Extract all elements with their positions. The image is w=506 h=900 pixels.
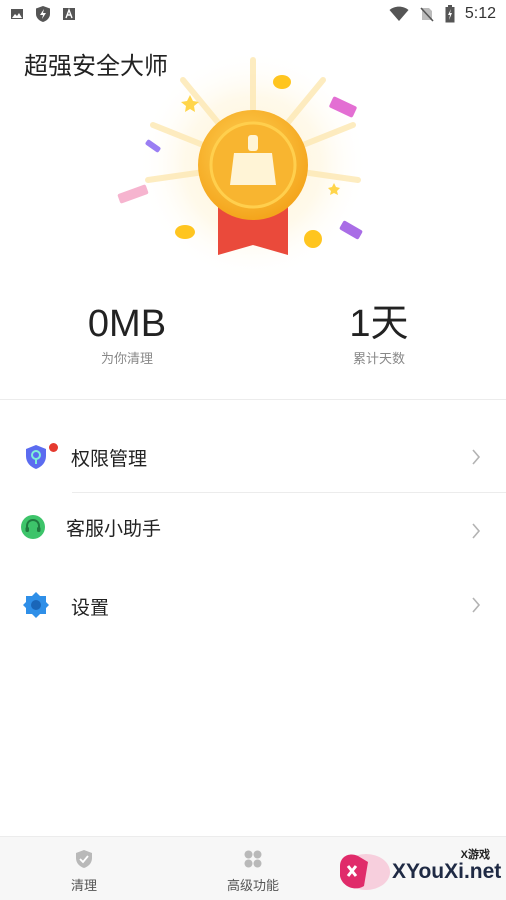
menu-item-customer-service[interactable]: 客服小助手 [0, 497, 506, 557]
tab-clean-label: 清理 [70, 878, 97, 893]
coin-icon [273, 75, 291, 89]
stat-cleaned: 0MB 为你清理 [47, 302, 207, 367]
menu-item-permissions[interactable]: 权限管理 [0, 427, 506, 487]
watermark-text: XYouXi.net [392, 860, 502, 883]
chevron-right-icon [472, 449, 481, 465]
medal-illustration [117, 55, 368, 280]
stat-days: 1天 累计天数 [299, 302, 459, 367]
watermark-logo-icon [340, 854, 390, 890]
no-sim-icon [420, 7, 434, 22]
tab-advanced-label: 高级功能 [226, 878, 279, 893]
shield-notification-icon [36, 6, 50, 22]
stat-cleaned-value: 0MB [87, 303, 167, 345]
status-right-icons: 5:12 [389, 5, 496, 23]
grid-icon [244, 850, 262, 868]
menu-label-customer-service: 客服小助手 [66, 519, 162, 540]
menu-label-permissions: 权限管理 [71, 449, 148, 470]
shield-check-icon [76, 850, 92, 868]
tab-clean[interactable]: 清理 [24, 837, 144, 900]
coin-icon [304, 230, 322, 248]
menu-label-settings: 设置 [71, 598, 110, 619]
stat-cleaned-label: 为你清理 [100, 351, 153, 366]
chevron-right-icon [472, 523, 481, 539]
status-bar: 5:12 [0, 0, 506, 28]
battery-icon [445, 5, 455, 23]
wifi-icon [389, 6, 409, 21]
stat-days-value: 1天 [349, 303, 409, 345]
tab-advanced[interactable]: 高级功能 [193, 837, 313, 900]
headset-icon [21, 515, 45, 539]
menu-item-settings[interactable]: 设置 [0, 575, 506, 635]
status-time: 5:12 [464, 5, 496, 22]
section-divider [0, 399, 506, 400]
stat-days-label: 累计天数 [352, 351, 405, 366]
shield-key-icon [26, 445, 46, 469]
gear-icon [23, 592, 49, 618]
status-left-icons [10, 5, 76, 23]
stats-panel: 0MB 为你清理 1天 累计天数 [0, 302, 506, 372]
menu-divider [72, 492, 506, 493]
a-icon [63, 8, 75, 20]
image-icon [11, 9, 23, 19]
coin-icon [175, 225, 195, 239]
chevron-right-icon [472, 597, 481, 613]
notification-badge [49, 443, 58, 452]
site-watermark: X游戏 XYouXi.net [336, 842, 504, 896]
